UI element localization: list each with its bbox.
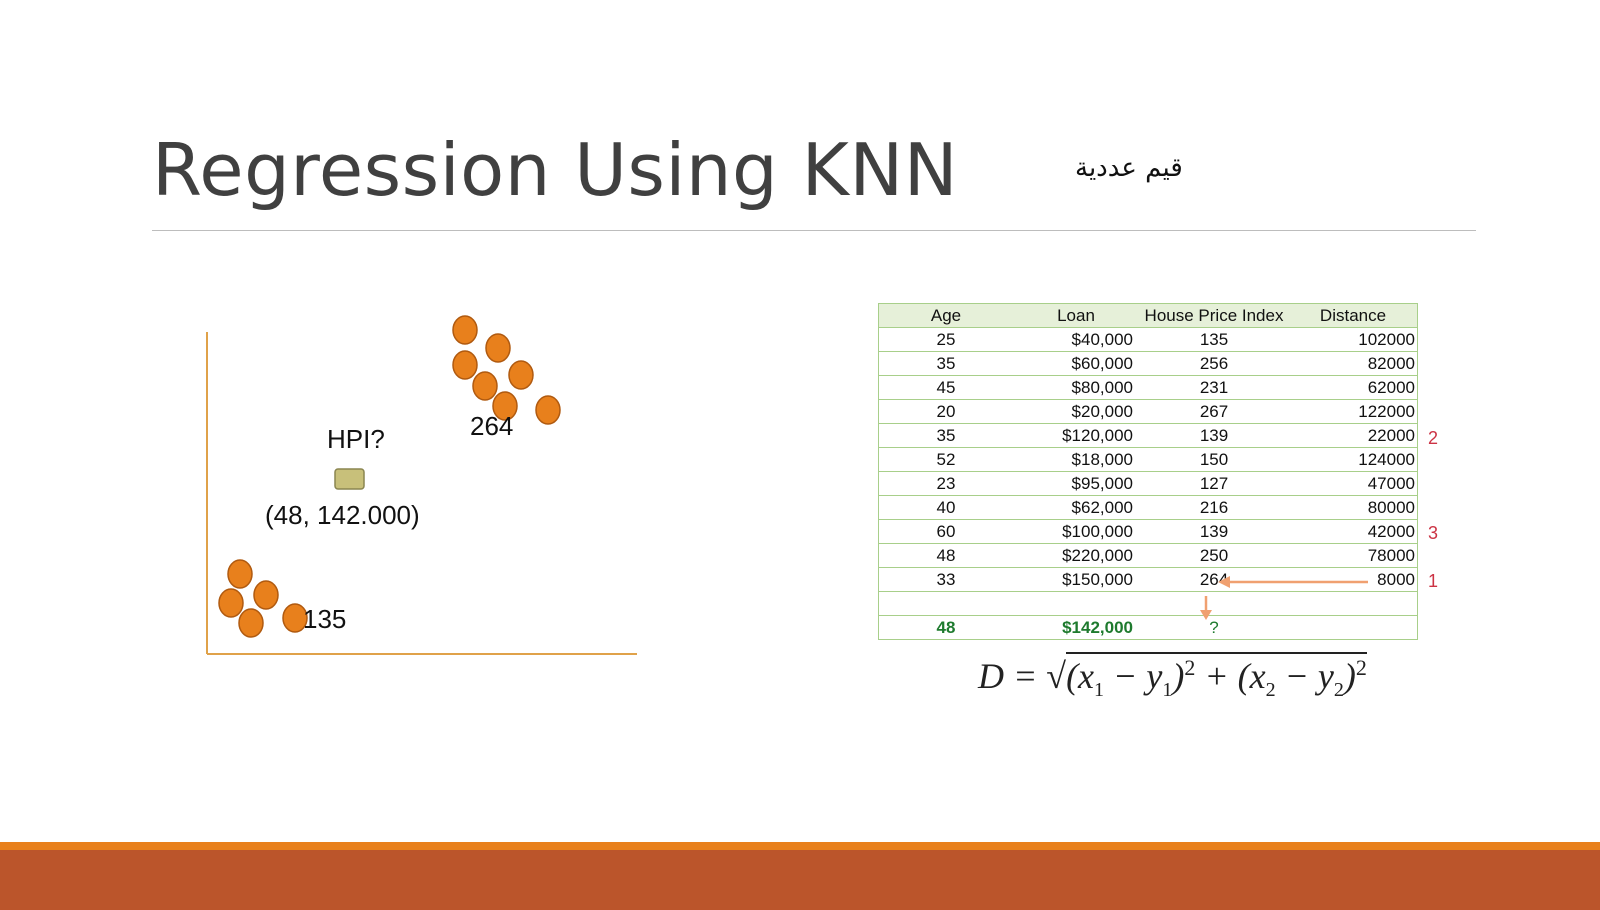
cluster-high-label: 264 [470, 411, 514, 441]
table-row: 25 $40,000 135 102000 [878, 327, 1418, 352]
table-cell: $120,000 [1013, 423, 1139, 448]
header-loan: Loan [1013, 303, 1139, 328]
data-point [253, 580, 279, 610]
table-cell: $80,000 [1013, 375, 1139, 400]
table-cell: 52 [878, 447, 1013, 472]
header-distance: Distance [1289, 303, 1418, 328]
table-cell: 35 [878, 351, 1013, 376]
rank-label: 1 [1428, 571, 1439, 591]
table-cell: 8000 [1289, 567, 1418, 592]
table-cell: 102000 [1289, 327, 1418, 352]
rank-label: 3 [1428, 523, 1439, 543]
table-cell: 47000 [1289, 471, 1418, 496]
distance-formula: D = √(x1 − y1)2 + (x2 − y2)2 [978, 652, 1367, 702]
query-cell: ? [1139, 615, 1289, 640]
formula-radical: √ [1046, 656, 1067, 696]
query-point-coordinates: (48, 142.000) [265, 500, 420, 530]
table-row: 35 $60,000 256 82000 [878, 351, 1418, 376]
table-cell: $18,000 [1013, 447, 1139, 472]
data-point [238, 608, 264, 638]
header-age: Age [878, 303, 1013, 328]
table-cell: 256 [1139, 351, 1289, 376]
table-cell: 42000 [1289, 519, 1418, 544]
table-row: 23 $95,000 127 47000 [878, 471, 1418, 496]
formula-radicand: (x1 − y1)2 + (x2 − y2)2 [1066, 652, 1367, 701]
table-cell: 45 [878, 375, 1013, 400]
table-row: 52 $18,000 150 124000 [878, 447, 1418, 472]
table-row: 60 $100,000 139 42000 [878, 519, 1418, 544]
table-row: 45 $80,000 231 62000 [878, 375, 1418, 400]
table-cell: 135 [1139, 327, 1289, 352]
table-cell: 82000 [1289, 351, 1418, 376]
table-cell: 23 [878, 471, 1013, 496]
table-cell: 62000 [1289, 375, 1418, 400]
table-cell: 264 [1139, 567, 1289, 592]
table-cell: 60 [878, 519, 1013, 544]
table-row: 48 $220,000 250 78000 [878, 543, 1418, 568]
data-point [452, 315, 478, 345]
table-spacer-row [878, 591, 1418, 616]
table-header-row: Age Loan House Price Index Distance [878, 303, 1418, 328]
table-cell: $60,000 [1013, 351, 1139, 376]
data-point [472, 371, 498, 401]
table-cell: $62,000 [1013, 495, 1139, 520]
query-cell [1289, 615, 1418, 640]
data-point [535, 395, 561, 425]
table-cell: 78000 [1289, 543, 1418, 568]
table-cell: 267 [1139, 399, 1289, 424]
table-cell: 35 [878, 423, 1013, 448]
formula-eq: = [1013, 656, 1038, 696]
query-label: HPI? [327, 424, 385, 454]
formula-lhs: D [978, 656, 1004, 696]
table-cell: 22000 [1289, 423, 1418, 448]
training-data-table: Age Loan House Price Index Distance 25 $4… [878, 303, 1418, 640]
table-cell: $150,000 [1013, 567, 1139, 592]
table-cell: 20 [878, 399, 1013, 424]
table-cell: $95,000 [1013, 471, 1139, 496]
table-row: 20 $20,000 267 122000 [878, 399, 1418, 424]
data-point [452, 350, 478, 380]
table-cell: 216 [1139, 495, 1289, 520]
rank-label: 2 [1428, 428, 1439, 448]
table-cell: 33 [878, 567, 1013, 592]
table-cell: $100,000 [1013, 519, 1139, 544]
table-cell: 150 [1139, 447, 1289, 472]
table-cell: 40 [878, 495, 1013, 520]
data-point [227, 559, 253, 589]
table-cell: 124000 [1289, 447, 1418, 472]
query-row: 48 $142,000? [878, 615, 1418, 640]
table-cell: 139 [1139, 519, 1289, 544]
table-cell: 25 [878, 327, 1013, 352]
table-cell: 48 [878, 543, 1013, 568]
data-point [218, 588, 244, 618]
arabic-note: قيم عددية [1075, 153, 1183, 183]
data-point [485, 333, 511, 363]
query-cell: 48 [878, 615, 1013, 640]
table-cell: 127 [1139, 471, 1289, 496]
cluster-low-label: 135 [303, 604, 347, 634]
knn-scatter-illustration [206, 315, 637, 655]
table-row: 35 $120,000 139 22000 [878, 423, 1418, 448]
table-cell: 80000 [1289, 495, 1418, 520]
table-cell: $220,000 [1013, 543, 1139, 568]
header-hpi: House Price Index [1139, 303, 1289, 328]
table-cell: 250 [1139, 543, 1289, 568]
table-row: 40 $62,000 216 80000 [878, 495, 1418, 520]
table-cell: 139 [1139, 423, 1289, 448]
table-cell: $40,000 [1013, 327, 1139, 352]
cluster-low [218, 559, 308, 638]
query-point-marker [334, 468, 365, 490]
footer-accent-stripe [0, 842, 1600, 850]
table-cell: 231 [1139, 375, 1289, 400]
table-cell: $20,000 [1013, 399, 1139, 424]
footer-band [0, 850, 1600, 910]
cluster-high [452, 315, 561, 425]
table-cell: 122000 [1289, 399, 1418, 424]
query-cell: $142,000 [1013, 615, 1139, 640]
table-row: 33 $150,000 264 8000 [878, 567, 1418, 592]
data-point [508, 360, 534, 390]
